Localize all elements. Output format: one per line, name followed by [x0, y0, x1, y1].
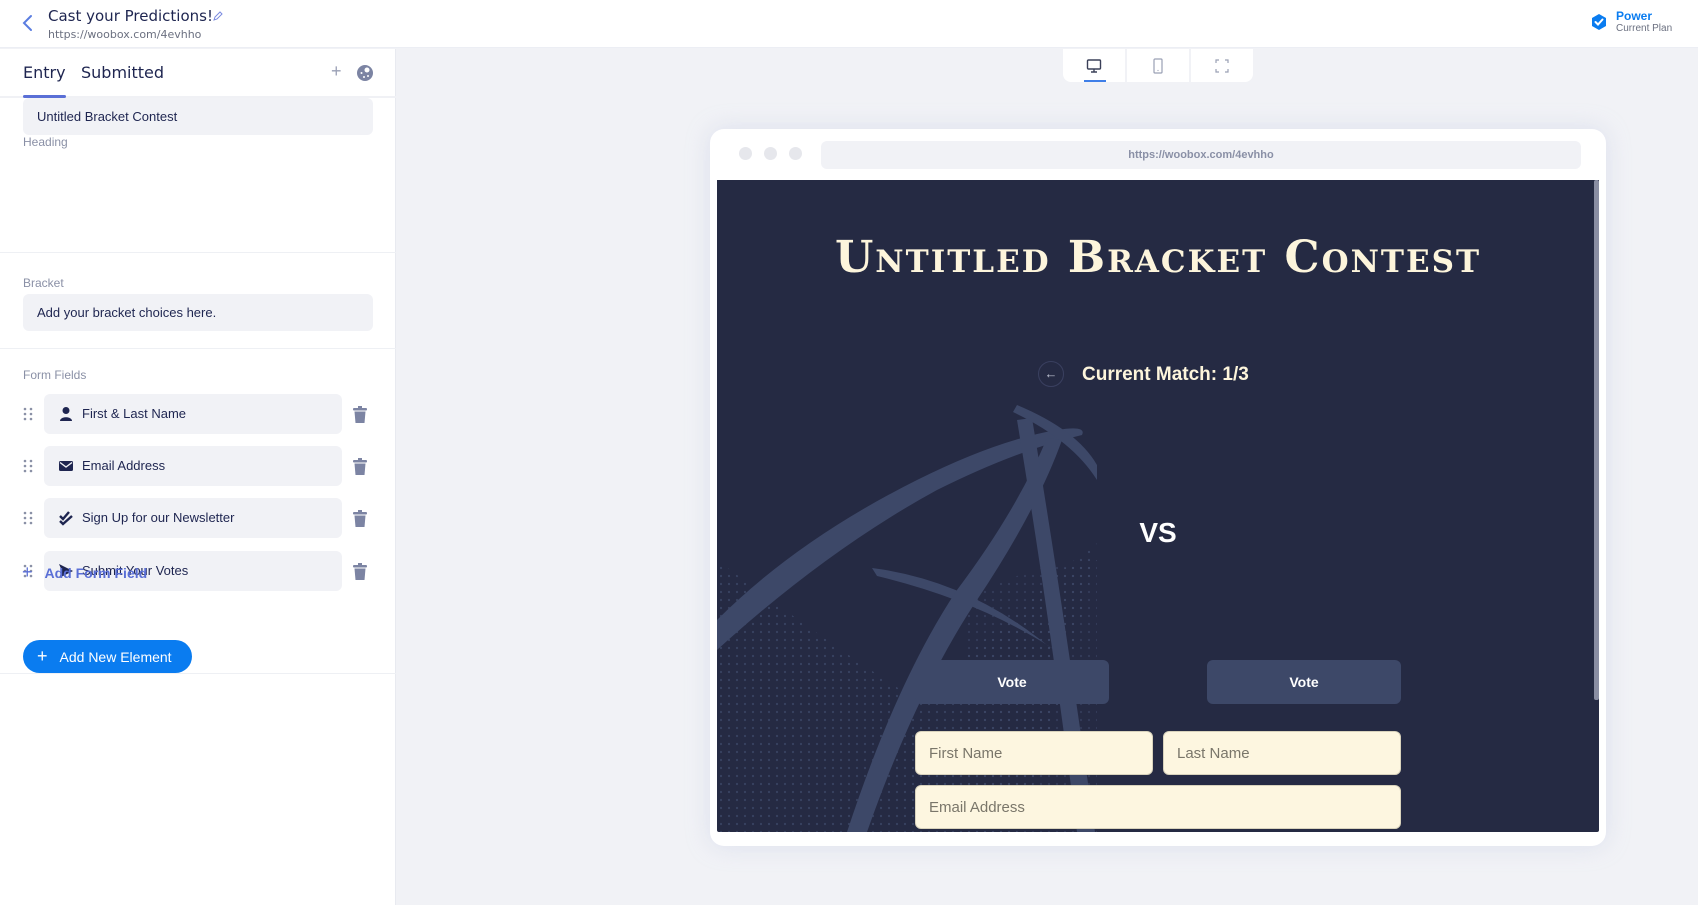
plan-name: Power	[1616, 9, 1653, 23]
mobile-view-button[interactable]	[1125, 49, 1189, 82]
window-dot	[789, 147, 802, 160]
preview-url-bar: https://woobox.com/4evhho	[821, 141, 1581, 169]
editor-sidebar: Entry Submitted + Heading Bracket Form F…	[0, 49, 396, 905]
bracket-input[interactable]	[23, 294, 373, 331]
back-arrow-icon[interactable]	[20, 13, 36, 33]
sidebar-tabs: Entry Submitted +	[0, 49, 396, 98]
form-field-item: Email Address	[0, 446, 396, 486]
mobile-icon	[1153, 57, 1163, 74]
trash-icon[interactable]	[352, 406, 368, 424]
heading-input[interactable]	[23, 98, 373, 135]
drag-handle-icon[interactable]	[23, 459, 33, 473]
trash-icon[interactable]	[352, 510, 368, 528]
email-address-input[interactable]	[915, 785, 1401, 829]
top-bar: Cast your Predictions! https://woobox.co…	[0, 0, 1698, 48]
device-toggle	[1063, 49, 1253, 82]
form-fields-section: Form Fields First & Last Name Email Addr…	[0, 349, 396, 674]
trash-icon[interactable]	[352, 563, 368, 581]
previous-match-button[interactable]: ←	[1038, 361, 1064, 387]
add-tab-button[interactable]: +	[331, 61, 342, 82]
fullscreen-view-button[interactable]	[1189, 49, 1253, 82]
fullscreen-icon	[1215, 58, 1229, 73]
form-field-newsletter[interactable]: Sign Up for our Newsletter	[44, 498, 342, 538]
add-form-field-label: Add Form Field	[44, 564, 148, 581]
drag-handle-icon[interactable]	[23, 407, 33, 421]
tab-submitted[interactable]: Submitted	[81, 63, 164, 82]
envelope-icon	[59, 461, 73, 471]
tab-entry[interactable]: Entry	[23, 63, 66, 98]
plus-icon: +	[22, 562, 33, 582]
plan-label: Current Plan	[1616, 23, 1673, 34]
current-match-label: Current Match: 1/3	[1082, 364, 1249, 385]
plan-indicator[interactable]: Power Current Plan	[1590, 10, 1672, 34]
form-field-item: Sign Up for our Newsletter	[0, 498, 396, 538]
heading-label: Heading	[23, 135, 68, 149]
window-dot	[739, 147, 752, 160]
trash-icon[interactable]	[352, 458, 368, 476]
window-dot	[764, 147, 777, 160]
desktop-view-button[interactable]	[1063, 49, 1125, 82]
vote-button-left[interactable]: Vote	[915, 660, 1109, 704]
form-field-label: Sign Up for our Newsletter	[82, 510, 235, 525]
drag-handle-icon[interactable]	[23, 511, 33, 525]
desktop-icon	[1086, 58, 1102, 73]
bracket-section: Bracket	[0, 253, 396, 349]
palette-icon[interactable]	[356, 64, 374, 82]
vs-label: VS	[1139, 517, 1177, 548]
add-new-element-label: Add New Element	[59, 648, 172, 665]
first-name-input[interactable]	[915, 731, 1153, 775]
form-field-first-last-name[interactable]: First & Last Name	[44, 394, 342, 434]
verified-badge-icon	[1592, 14, 1606, 30]
contest-preview: Untitled Bracket Contest ← Current Match…	[717, 180, 1599, 832]
last-name-input[interactable]	[1163, 731, 1401, 775]
plus-icon: +	[37, 646, 48, 666]
add-form-field-button[interactable]: + Add Form Field	[22, 562, 147, 583]
form-field-label: First & Last Name	[82, 406, 187, 421]
app-title: Cast your Predictions!	[48, 7, 213, 25]
user-icon	[60, 407, 72, 421]
bracket-label: Bracket	[23, 276, 64, 290]
form-field-email-address[interactable]: Email Address	[44, 446, 342, 486]
form-fields-label: Form Fields	[23, 368, 87, 382]
double-check-icon	[59, 511, 73, 526]
contest-title: Untitled Bracket Contest	[834, 232, 1482, 283]
preview-browser-frame: https://woobox.com/4evhho Untitled Brack…	[710, 129, 1606, 846]
heading-section: Heading	[0, 98, 396, 253]
pencil-icon[interactable]	[212, 10, 224, 22]
add-new-element-button[interactable]: + Add New Element	[23, 640, 192, 673]
form-field-item: First & Last Name	[0, 394, 396, 434]
vote-button-right[interactable]: Vote	[1207, 660, 1401, 704]
form-field-label: Email Address	[82, 458, 166, 473]
app-url[interactable]: https://woobox.com/4evhho	[48, 28, 201, 41]
